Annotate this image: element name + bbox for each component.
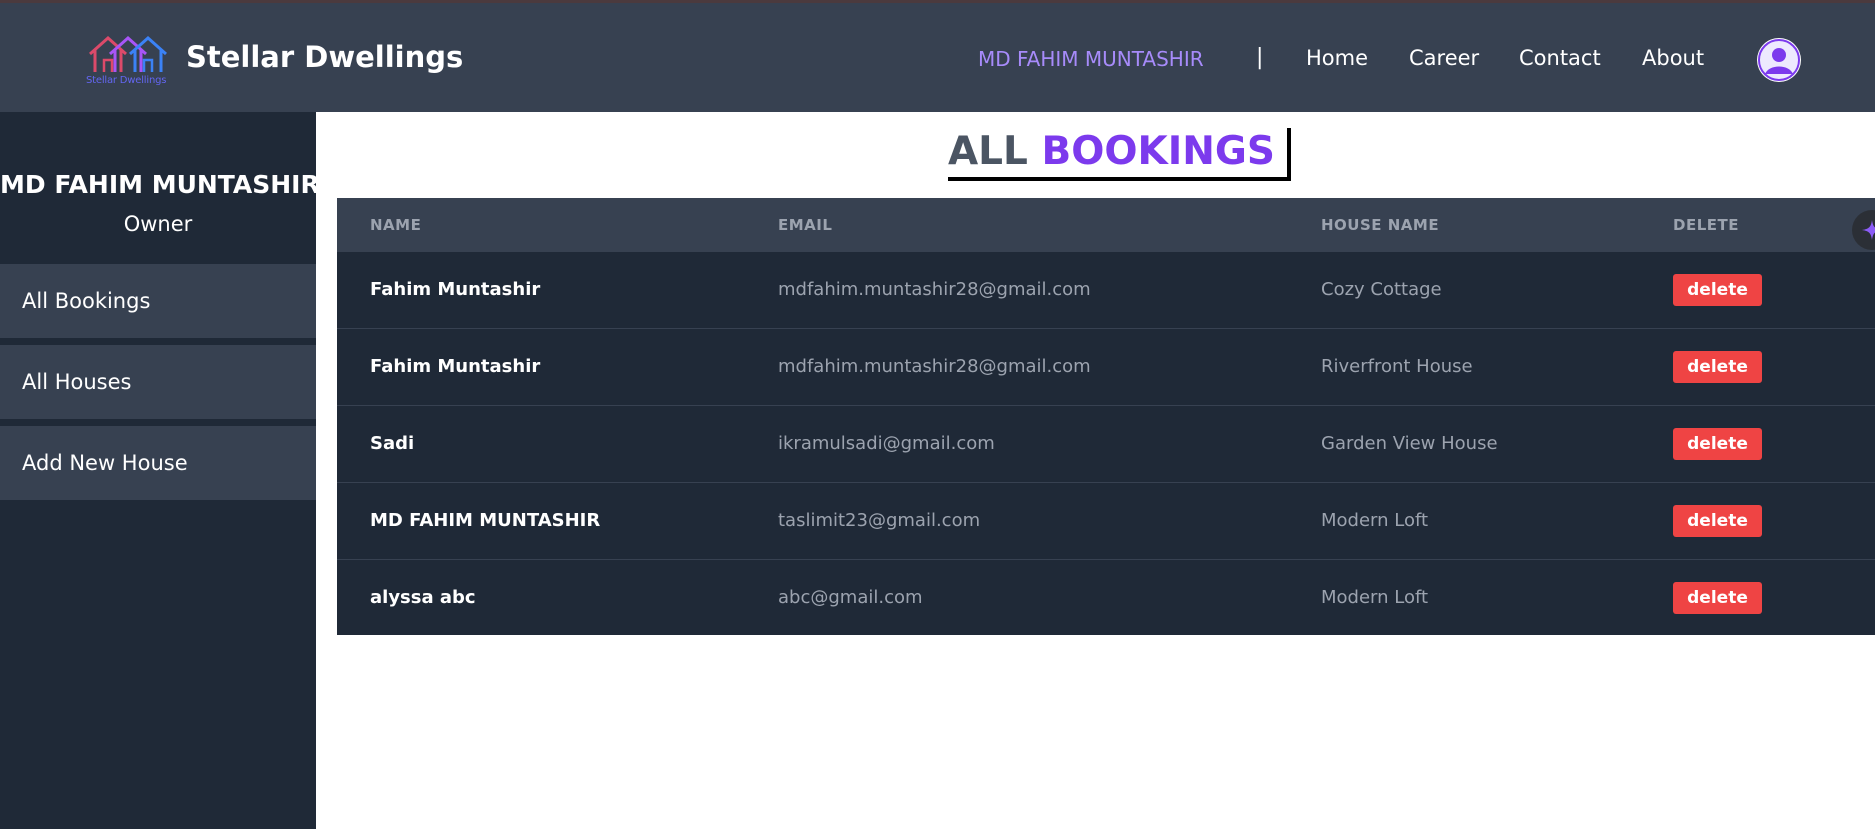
booking-house-name: Riverfront House [1321, 356, 1473, 377]
nav-user-name: MD FAHIM MUNTASHIR [978, 47, 1204, 71]
delete-button[interactable]: delete [1673, 505, 1762, 537]
delete-button[interactable]: delete [1673, 582, 1762, 614]
delete-button[interactable]: delete [1673, 274, 1762, 306]
page-title-part1: ALL [948, 129, 1028, 174]
booking-name: Sadi [370, 433, 415, 454]
sidebar-user-name: MD FAHIM MUNTASHIR [0, 170, 320, 199]
table-row: alyssa abc abc@gmail.com Modern Loft del… [337, 560, 1875, 637]
nav-separator: | [1256, 45, 1264, 70]
column-header-email: EMAIL [778, 216, 833, 234]
top-navbar: Stellar Dwellings Stellar Dwellings MD F… [0, 0, 1875, 112]
booking-email: mdfahim.muntashir28@gmail.com [778, 279, 1091, 300]
table-row: Sadi ikramulsadi@gmail.com Garden View H… [337, 406, 1875, 483]
nav-home-link[interactable]: Home [1306, 46, 1368, 70]
page-title: ALL BOOKINGS [948, 128, 1291, 181]
sidebar-item-all-bookings[interactable]: All Bookings [0, 264, 316, 338]
booking-name: MD FAHIM MUNTASHIR [370, 510, 601, 531]
booking-house-name: Cozy Cottage [1321, 279, 1442, 300]
sidebar: MD FAHIM MUNTASHIR Owner All Bookings Al… [0, 112, 320, 829]
user-avatar-icon[interactable] [1757, 38, 1801, 82]
nav-contact-link[interactable]: Contact [1519, 46, 1601, 70]
nav-links: MD FAHIM MUNTASHIR | Home Career Contact… [0, 3, 1875, 115]
booking-name: alyssa abc [370, 587, 476, 608]
table-row: MD FAHIM MUNTASHIR taslimit23@gmail.com … [337, 483, 1875, 560]
table-row: Fahim Muntashir mdfahim.muntashir28@gmai… [337, 252, 1875, 329]
column-header-name: NAME [370, 216, 422, 234]
delete-button[interactable]: delete [1673, 428, 1762, 460]
booking-house-name: Modern Loft [1321, 587, 1429, 608]
bookings-table: NAME EMAIL HOUSE NAME DELETE Fahim Munta… [337, 198, 1875, 635]
booking-name: Fahim Muntashir [370, 356, 541, 377]
booking-house-name: Garden View House [1321, 433, 1498, 454]
nav-career-link[interactable]: Career [1409, 46, 1479, 70]
booking-name: Fahim Muntashir [370, 279, 541, 300]
sidebar-item-all-houses[interactable]: All Houses [0, 345, 316, 419]
column-header-delete: DELETE [1673, 216, 1739, 234]
booking-email: mdfahim.muntashir28@gmail.com [778, 356, 1091, 377]
booking-house-name: Modern Loft [1321, 510, 1429, 531]
sidebar-user-role: Owner [123, 212, 193, 236]
nav-about-link[interactable]: About [1642, 46, 1704, 70]
table-header: NAME EMAIL HOUSE NAME DELETE [337, 198, 1875, 252]
booking-email: ikramulsadi@gmail.com [778, 433, 995, 454]
delete-button[interactable]: delete [1673, 351, 1762, 383]
booking-email: taslimit23@gmail.com [778, 510, 981, 531]
sidebar-item-add-new-house[interactable]: Add New House [0, 426, 316, 500]
table-row: Fahim Muntashir mdfahim.muntashir28@gmai… [337, 329, 1875, 406]
page-title-part2: BOOKINGS [1041, 129, 1275, 174]
booking-email: abc@gmail.com [778, 587, 923, 608]
column-header-house-name: HOUSE NAME [1321, 216, 1440, 234]
